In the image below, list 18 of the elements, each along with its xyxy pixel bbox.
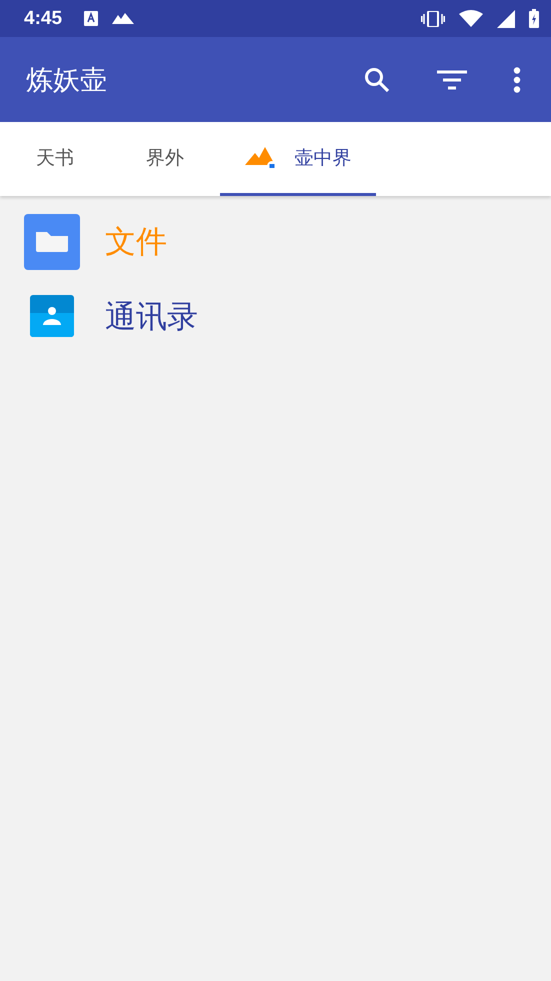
mountain-icon	[112, 13, 134, 24]
tab[interactable]: 壶中界	[220, 122, 376, 196]
app-name: 通讯录	[105, 298, 198, 336]
search-icon[interactable]	[363, 66, 391, 94]
keyboard-icon	[84, 11, 98, 26]
app-name: 文件	[105, 222, 167, 262]
signal-icon	[497, 10, 515, 28]
more-icon[interactable]	[513, 66, 521, 92]
app-item[interactable]: 通讯录	[0, 279, 551, 354]
vibrate-icon	[421, 10, 445, 26]
tab[interactable]: 天书	[0, 122, 110, 196]
app-title: 炼妖壶	[26, 64, 108, 98]
filter-icon[interactable]	[437, 70, 467, 90]
battery-icon	[529, 9, 539, 28]
wifi-icon	[459, 10, 483, 27]
tab[interactable]: 界外	[110, 122, 220, 196]
clock-time: 4:45	[24, 8, 62, 30]
folder-icon	[24, 214, 80, 270]
